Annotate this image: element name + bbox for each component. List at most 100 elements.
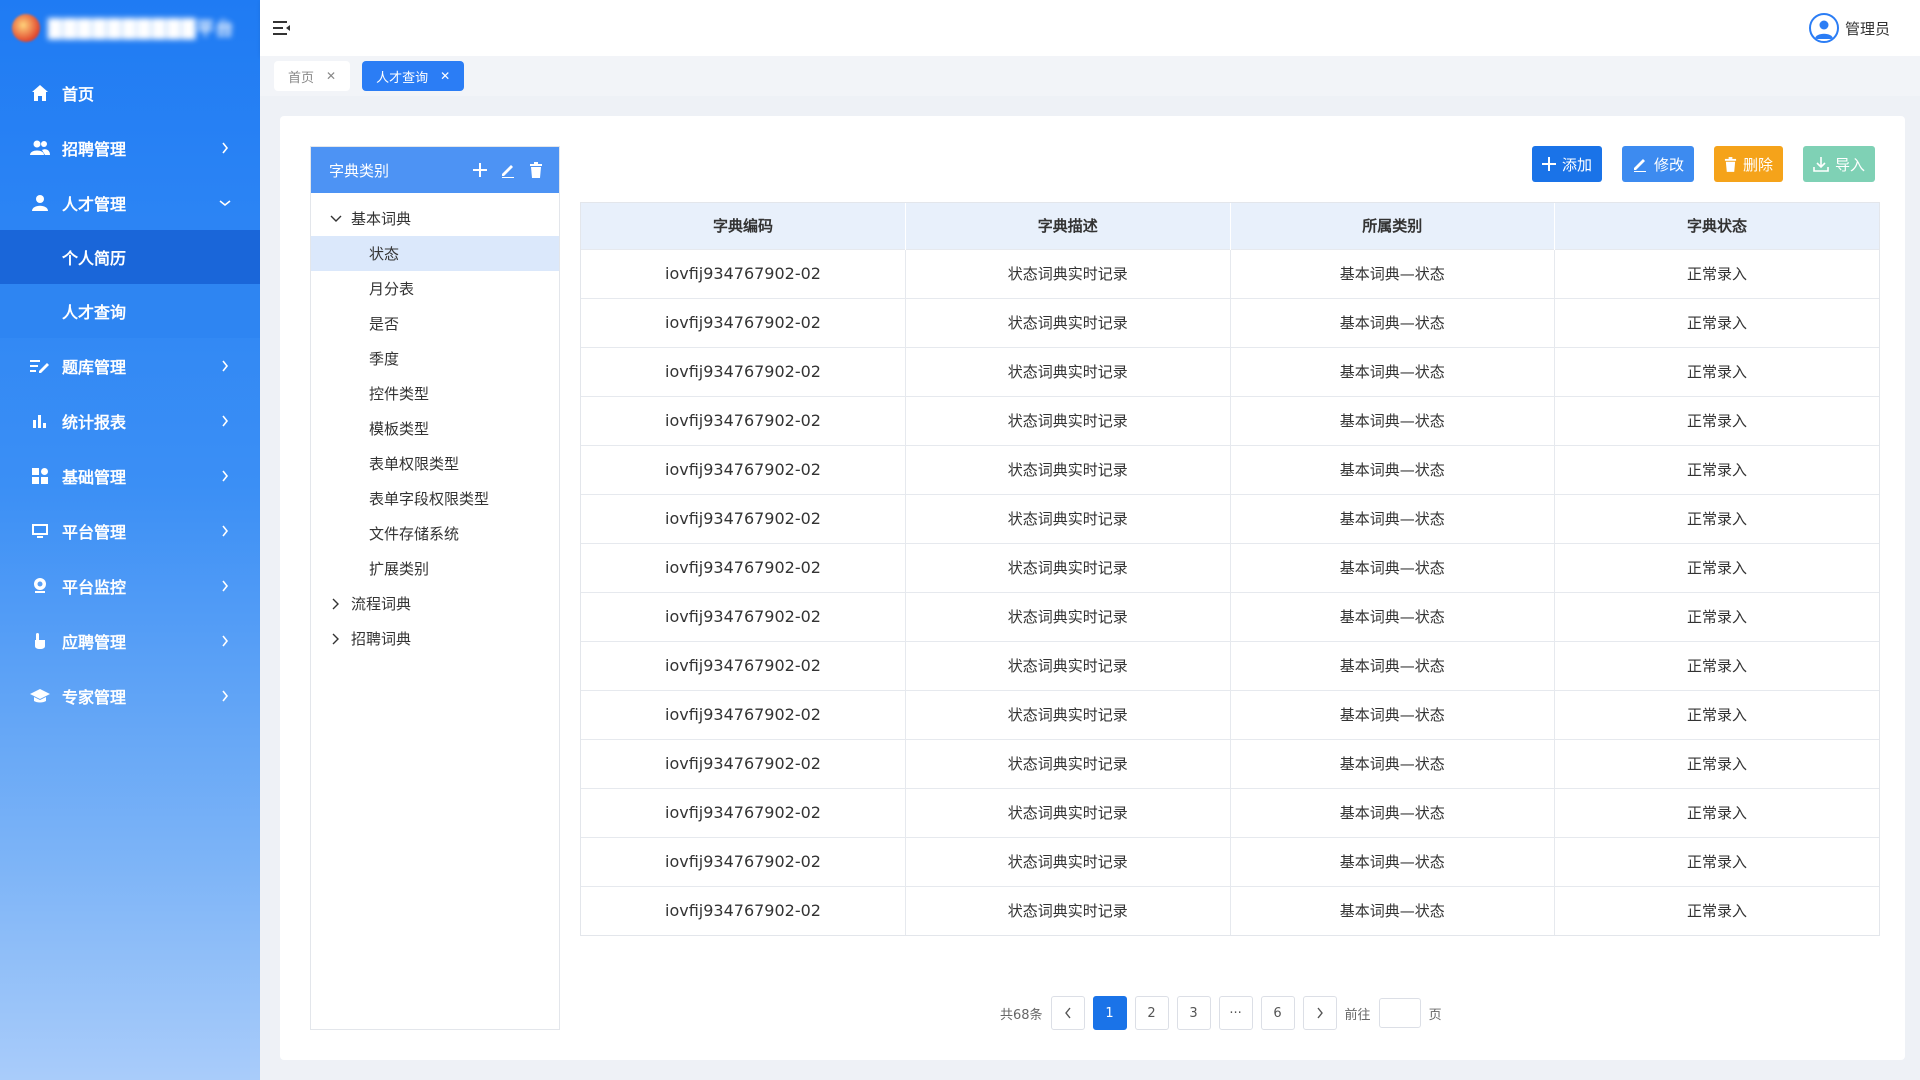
tree-leaf[interactable]: 模板类型 [311, 411, 559, 446]
table-cell: 基本词典—状态 [1230, 738, 1555, 788]
table-cell: 基本词典—状态 [1230, 297, 1555, 347]
sidebar-item-8[interactable]: 应聘管理 [0, 613, 260, 668]
pager-page-button[interactable]: 3 [1176, 996, 1211, 1030]
plus-icon [1541, 157, 1556, 171]
table-cell: iovfij934767902-02 [581, 689, 906, 739]
caret-right-icon[interactable] [329, 632, 343, 646]
sidebar-subitem-1[interactable]: 人才查询 [0, 284, 260, 338]
delete-button-label: 删除 [1742, 155, 1773, 174]
edit-list-icon [30, 356, 50, 376]
pager-next-button[interactable] [1302, 996, 1337, 1030]
close-icon[interactable]: ✕ [440, 69, 450, 83]
table-cell: 状态词典实时记录 [905, 885, 1231, 935]
sidebar-item-4[interactable]: 统计报表 [0, 393, 260, 448]
column-header: 所属类别 [1230, 203, 1555, 249]
tree-leaf[interactable]: 季度 [311, 341, 559, 376]
tree-leaf[interactable]: 控件类型 [311, 376, 559, 411]
table-row[interactable]: iovfij934767902-02 状态词典实时记录 基本词典—状态 正常录入 [581, 591, 1879, 641]
app-logo: ██████████平台 [0, 0, 260, 55]
sidebar-item-7[interactable]: 平台监控 [0, 558, 260, 613]
column-header: 字典描述 [905, 203, 1231, 249]
sidebar-item-label: 统计报表 [62, 412, 127, 432]
table-row[interactable]: iovfij934767902-02 状态词典实时记录 基本词典—状态 正常录入 [581, 689, 1879, 739]
sidebar-item-9[interactable]: 专家管理 [0, 668, 260, 723]
table-cell: iovfij934767902-02 [581, 885, 906, 935]
column-header: 字典状态 [1554, 203, 1879, 249]
menu-fold-icon[interactable] [272, 18, 292, 38]
tree-node-label: 基本词典 [351, 210, 412, 228]
table-row[interactable]: iovfij934767902-02 状态词典实时记录 基本词典—状态 正常录入 [581, 640, 1879, 690]
table-header-row: 字典编码 字典描述 所属类别 字典状态 [581, 203, 1879, 249]
tree-leaf[interactable]: 扩展类别 [311, 551, 559, 586]
sidebar-item-5[interactable]: 基础管理 [0, 448, 260, 503]
sidebar-item-0[interactable]: 首页 [0, 65, 260, 120]
table-row[interactable]: iovfij934767902-02 状态词典实时记录 基本词典—状态 正常录入 [581, 297, 1879, 347]
tab-1[interactable]: 人才查询 ✕ [362, 61, 465, 91]
table-cell: 状态词典实时记录 [905, 836, 1231, 886]
pager-page-button[interactable]: 6 [1260, 996, 1295, 1030]
sidebar-item-1[interactable]: 招聘管理 [0, 120, 260, 175]
pager-page-button[interactable]: 1 [1092, 996, 1127, 1030]
add-button[interactable]: 添加 [1531, 146, 1602, 182]
tree-header: 字典类别 [311, 147, 559, 193]
table-row[interactable]: iovfij934767902-02 状态词典实时记录 基本词典—状态 正常录入 [581, 542, 1879, 592]
table-cell: 状态词典实时记录 [905, 689, 1231, 739]
tree-leaf[interactable]: 文件存储系统 [311, 516, 559, 551]
table-cell: 正常录入 [1554, 787, 1879, 837]
pager-total: 共68条 [1000, 1007, 1043, 1023]
logo-text: ██████████平台 [48, 18, 235, 40]
chevron-right-icon [218, 634, 232, 648]
table-row[interactable]: iovfij934767902-02 状态词典实时记录 基本词典—状态 正常录入 [581, 493, 1879, 543]
table-row[interactable]: iovfij934767902-02 状态词典实时记录 基本词典—状态 正常录入 [581, 738, 1879, 788]
table-row[interactable]: iovfij934767902-02 状态词典实时记录 基本词典—状态 正常录入 [581, 395, 1879, 445]
import-button[interactable]: 导入 [1802, 146, 1875, 182]
edit-button[interactable]: 修改 [1621, 146, 1694, 182]
table-row[interactable]: iovfij934767902-02 状态词典实时记录 基本词典—状态 正常录入 [581, 248, 1879, 298]
tree-node[interactable]: 招聘词典 [311, 621, 559, 656]
pager-page-button[interactable]: ··· [1218, 996, 1253, 1030]
chevron-right-icon [218, 469, 232, 483]
pager-prev-button[interactable] [1050, 996, 1085, 1030]
tree-leaf[interactable]: 状态 [311, 236, 559, 271]
table-cell: iovfij934767902-02 [581, 738, 906, 788]
table-row[interactable]: iovfij934767902-02 状态词典实时记录 基本词典—状态 正常录入 [581, 885, 1879, 935]
tree-leaf[interactable]: 月分表 [311, 271, 559, 306]
sidebar-item-6[interactable]: 平台管理 [0, 503, 260, 558]
table-row[interactable]: iovfij934767902-02 状态词典实时记录 基本词典—状态 正常录入 [581, 444, 1879, 494]
table-cell: iovfij934767902-02 [581, 591, 906, 641]
tree-leaf[interactable]: 表单字段权限类型 [311, 481, 559, 516]
table-cell: 正常录入 [1554, 640, 1879, 690]
pencil-icon [1633, 159, 1646, 172]
sidebar-item-label: 招聘管理 [62, 139, 127, 159]
sidebar-item-2[interactable]: 人才管理 [0, 175, 260, 230]
caret-right-icon[interactable] [329, 597, 343, 611]
table-row[interactable]: iovfij934767902-02 状态词典实时记录 基本词典—状态 正常录入 [581, 836, 1879, 886]
tab-0[interactable]: 首页 ✕ [274, 61, 351, 91]
tree-delete-icon[interactable] [527, 161, 545, 179]
tree-node[interactable]: 基本词典 [311, 201, 559, 236]
tree-leaf[interactable]: 表单权限类型 [311, 446, 559, 481]
tree-node[interactable]: 流程词典 [311, 586, 559, 621]
pager-page-button[interactable]: 2 [1134, 996, 1169, 1030]
close-icon[interactable]: ✕ [326, 69, 336, 83]
table-row[interactable]: iovfij934767902-02 状态词典实时记录 基本词典—状态 正常录入 [581, 787, 1879, 837]
sidebar-item-label: 应聘管理 [62, 632, 127, 652]
pager-goto-input[interactable] [1378, 998, 1421, 1028]
chevron-down-icon [218, 196, 232, 210]
sidebar-item-label: 基础管理 [62, 467, 127, 487]
table-cell: 状态词典实时记录 [905, 346, 1231, 396]
user-menu[interactable]: 管理员 [1808, 13, 1890, 43]
table-cell: 基本词典—状态 [1230, 787, 1555, 837]
table-cell: iovfij934767902-02 [581, 248, 906, 298]
sidebar-item-3[interactable]: 题库管理 [0, 338, 260, 393]
sidebar-subitem-0[interactable]: 个人简历 [0, 230, 260, 284]
tree-edit-icon[interactable] [499, 161, 517, 179]
tree-node-label: 流程词典 [351, 595, 412, 613]
caret-down-icon[interactable] [329, 212, 343, 226]
sidebar-item-label: 首页 [62, 84, 95, 104]
table-row[interactable]: iovfij934767902-02 状态词典实时记录 基本词典—状态 正常录入 [581, 346, 1879, 396]
tree-leaf[interactable]: 是否 [311, 306, 559, 341]
table-cell: iovfij934767902-02 [581, 640, 906, 690]
tree-add-icon[interactable] [471, 161, 489, 179]
delete-button[interactable]: 删除 [1713, 146, 1783, 182]
